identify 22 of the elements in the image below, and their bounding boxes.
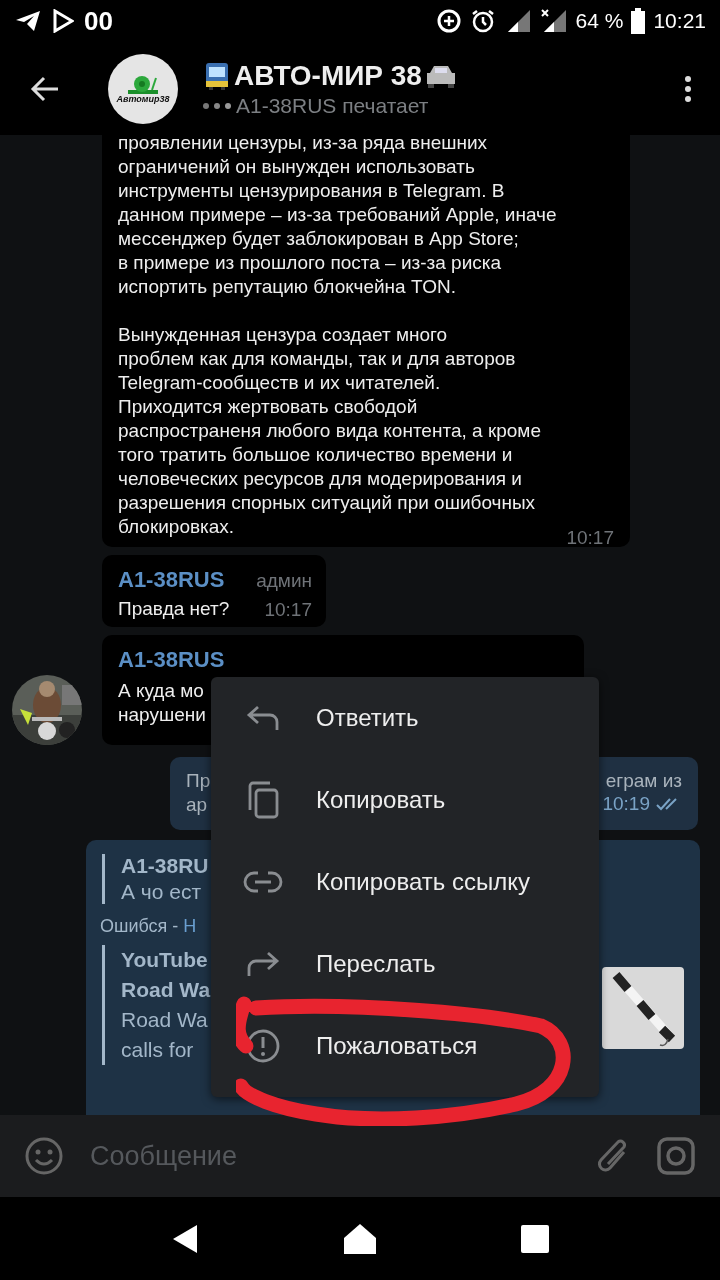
message-text: проявлении цензуры, из-за ряда внешних ограничений он вынужден использовать инструменты цензурирования в Telegram. В данном примере – из-за требований Apple, иначе мессенджер будет заблокирован в App Store; в примере из прошлого поста – из-за риска испортить репутацию блокчейна TON. (118, 135, 558, 299)
preview-site: YouTube (121, 947, 209, 973)
battery-percent: 64 % (575, 9, 624, 33)
message-text: Правда нет? (118, 597, 230, 621)
chat-title: АВТО-МИР 38 (234, 59, 422, 92)
preview-title: Road Wa (121, 977, 211, 1003)
message-time: 10:17 (264, 599, 312, 621)
status-text: 00 (84, 5, 113, 37)
message-text: Вынужденная цензура создает много проблем как для команды, так и для авторов Telegram-сообществ и их читателей. Приходится жертвовать свободой распространеня любого вида контента, а кроме того тратить большое количество времени и человеческих ресурсов для модерирования и разрешения спорных ситуаций при ошибочных блокировках. (118, 323, 541, 539)
quote-text: А чо ест (121, 880, 202, 904)
clock: 10:21 (653, 9, 706, 33)
logo-text: Автомир38 (116, 93, 170, 104)
quote-author: A1-38RU (121, 854, 209, 878)
message-text: А куда мо нарушени (118, 679, 206, 727)
message-time: 10:19 (602, 793, 650, 815)
message-text: еграм из (605, 769, 682, 793)
typing-status: A1-38RUS печатает (236, 93, 429, 118)
preview-text: Road Wa calls for (121, 1007, 209, 1063)
message-time: 10:17 (566, 527, 614, 549)
sender-text: Ошибся - (100, 916, 180, 937)
admin-label: админ (256, 570, 312, 592)
message-text: Пр ар (186, 769, 211, 817)
